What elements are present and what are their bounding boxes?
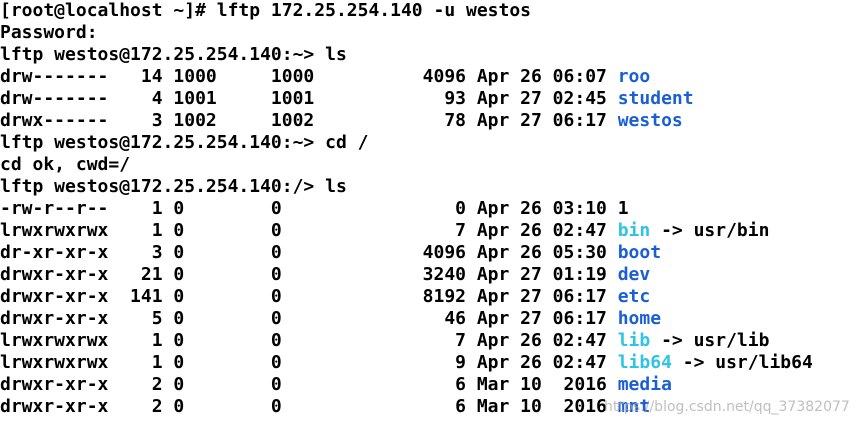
listing-entry: drwxr-xr-x 21 0 0 3240 Apr 27 01:19 dev bbox=[0, 264, 858, 286]
terminal-line-prompt-ls: lftp westos@172.25.254.140:~> ls bbox=[0, 44, 858, 66]
entry-details: drw------- 14 1000 1000 4096 Apr 26 06:0… bbox=[0, 66, 618, 87]
entry-name: 1 bbox=[617, 198, 629, 219]
line-text: cd ok, cwd=/ bbox=[0, 154, 131, 175]
terminal-line-prompt-lftp: [root@localhost ~]# lftp 172.25.254.140 … bbox=[0, 0, 858, 22]
entry-details: drwxr-xr-x 141 0 0 8192 Apr 27 06:17 bbox=[0, 286, 618, 307]
listing-entry: drw------- 14 1000 1000 4096 Apr 26 06:0… bbox=[0, 66, 858, 88]
listing-entry: lrwxrwxrwx 1 0 0 7 Apr 26 02:47 lib -> u… bbox=[0, 330, 858, 352]
entry-name: media bbox=[617, 374, 672, 395]
link-target: -> usr/lib bbox=[650, 330, 770, 351]
entry-details: lrwxrwxrwx 1 0 0 7 Apr 26 02:47 bbox=[0, 220, 618, 241]
listing-entry: dr-xr-xr-x 3 0 0 4096 Apr 26 05:30 boot bbox=[0, 242, 858, 264]
entry-details: drwxr-xr-x 2 0 0 6 Mar 10 2016 bbox=[0, 396, 618, 417]
listing-entry: drwxr-xr-x 141 0 0 8192 Apr 27 06:17 etc bbox=[0, 286, 858, 308]
listing-entry: lrwxrwxrwx 1 0 0 7 Apr 26 02:47 bin -> u… bbox=[0, 220, 858, 242]
listing-entry: drwxr-xr-x 5 0 0 46 Apr 27 06:17 home bbox=[0, 308, 858, 330]
entry-name: westos bbox=[617, 110, 683, 131]
terminal-window[interactable]: [root@localhost ~]# lftp 172.25.254.140 … bbox=[0, 0, 858, 425]
listing-entry: drwx------ 3 1002 1002 78 Apr 27 06:17 w… bbox=[0, 110, 858, 132]
listing-entry: drw------- 4 1001 1001 93 Apr 27 02:45 s… bbox=[0, 88, 858, 110]
terminal-line-prompt-cd: lftp westos@172.25.254.140:~> cd / bbox=[0, 132, 858, 154]
listing-entry: lrwxrwxrwx 1 0 0 9 Apr 26 02:47 lib64 ->… bbox=[0, 352, 858, 374]
entry-name: roo bbox=[617, 66, 651, 87]
terminal-line-cd-result: cd ok, cwd=/ bbox=[0, 154, 858, 176]
entry-details: drwxr-xr-x 2 0 0 6 Mar 10 2016 bbox=[0, 374, 618, 395]
line-text: lftp westos@172.25.254.140:~> ls bbox=[0, 44, 347, 65]
entry-details: lrwxrwxrwx 1 0 0 9 Apr 26 02:47 bbox=[0, 352, 618, 373]
entry-name: etc bbox=[617, 286, 651, 307]
terminal-line-password: Password: bbox=[0, 22, 858, 44]
listing-entry: drwxr-xr-x 2 0 0 6 Mar 10 2016 media bbox=[0, 374, 858, 396]
entry-name: boot bbox=[617, 242, 662, 263]
terminal-line-prompt-ls-root: lftp westos@172.25.254.140:/> ls bbox=[0, 176, 858, 198]
entry-details: drwx------ 3 1002 1002 78 Apr 27 06:17 bbox=[0, 110, 618, 131]
link-target: -> usr/bin bbox=[650, 220, 770, 241]
entry-name: lib64 bbox=[617, 352, 672, 373]
entry-details: -rw-r--r-- 1 0 0 0 Apr 26 03:10 bbox=[0, 198, 618, 219]
line-text: [root@localhost ~]# lftp 172.25.254.140 … bbox=[0, 0, 532, 21]
entry-name: dev bbox=[617, 264, 651, 285]
entry-details: drwxr-xr-x 21 0 0 3240 Apr 27 01:19 bbox=[0, 264, 618, 285]
line-text: lftp westos@172.25.254.140:~> cd / bbox=[0, 132, 369, 153]
watermark-text: https://blog.csdn.net/qq_37382077 bbox=[604, 399, 850, 415]
entry-details: drwxr-xr-x 5 0 0 46 Apr 27 06:17 bbox=[0, 308, 618, 329]
entry-name: bin bbox=[617, 220, 651, 241]
entry-details: dr-xr-xr-x 3 0 0 4096 Apr 26 05:30 bbox=[0, 242, 618, 263]
entry-details: lrwxrwxrwx 1 0 0 7 Apr 26 02:47 bbox=[0, 330, 618, 351]
entry-details: drw------- 4 1001 1001 93 Apr 27 02:45 bbox=[0, 88, 618, 109]
line-text: lftp westos@172.25.254.140:/> ls bbox=[0, 176, 347, 197]
listing-entry: -rw-r--r-- 1 0 0 0 Apr 26 03:10 1 bbox=[0, 198, 858, 220]
line-text: Password: bbox=[0, 22, 98, 43]
entry-name: home bbox=[617, 308, 662, 329]
entry-name: lib bbox=[617, 330, 651, 351]
entry-name: student bbox=[617, 88, 694, 109]
link-target: -> usr/lib64 bbox=[671, 352, 813, 373]
